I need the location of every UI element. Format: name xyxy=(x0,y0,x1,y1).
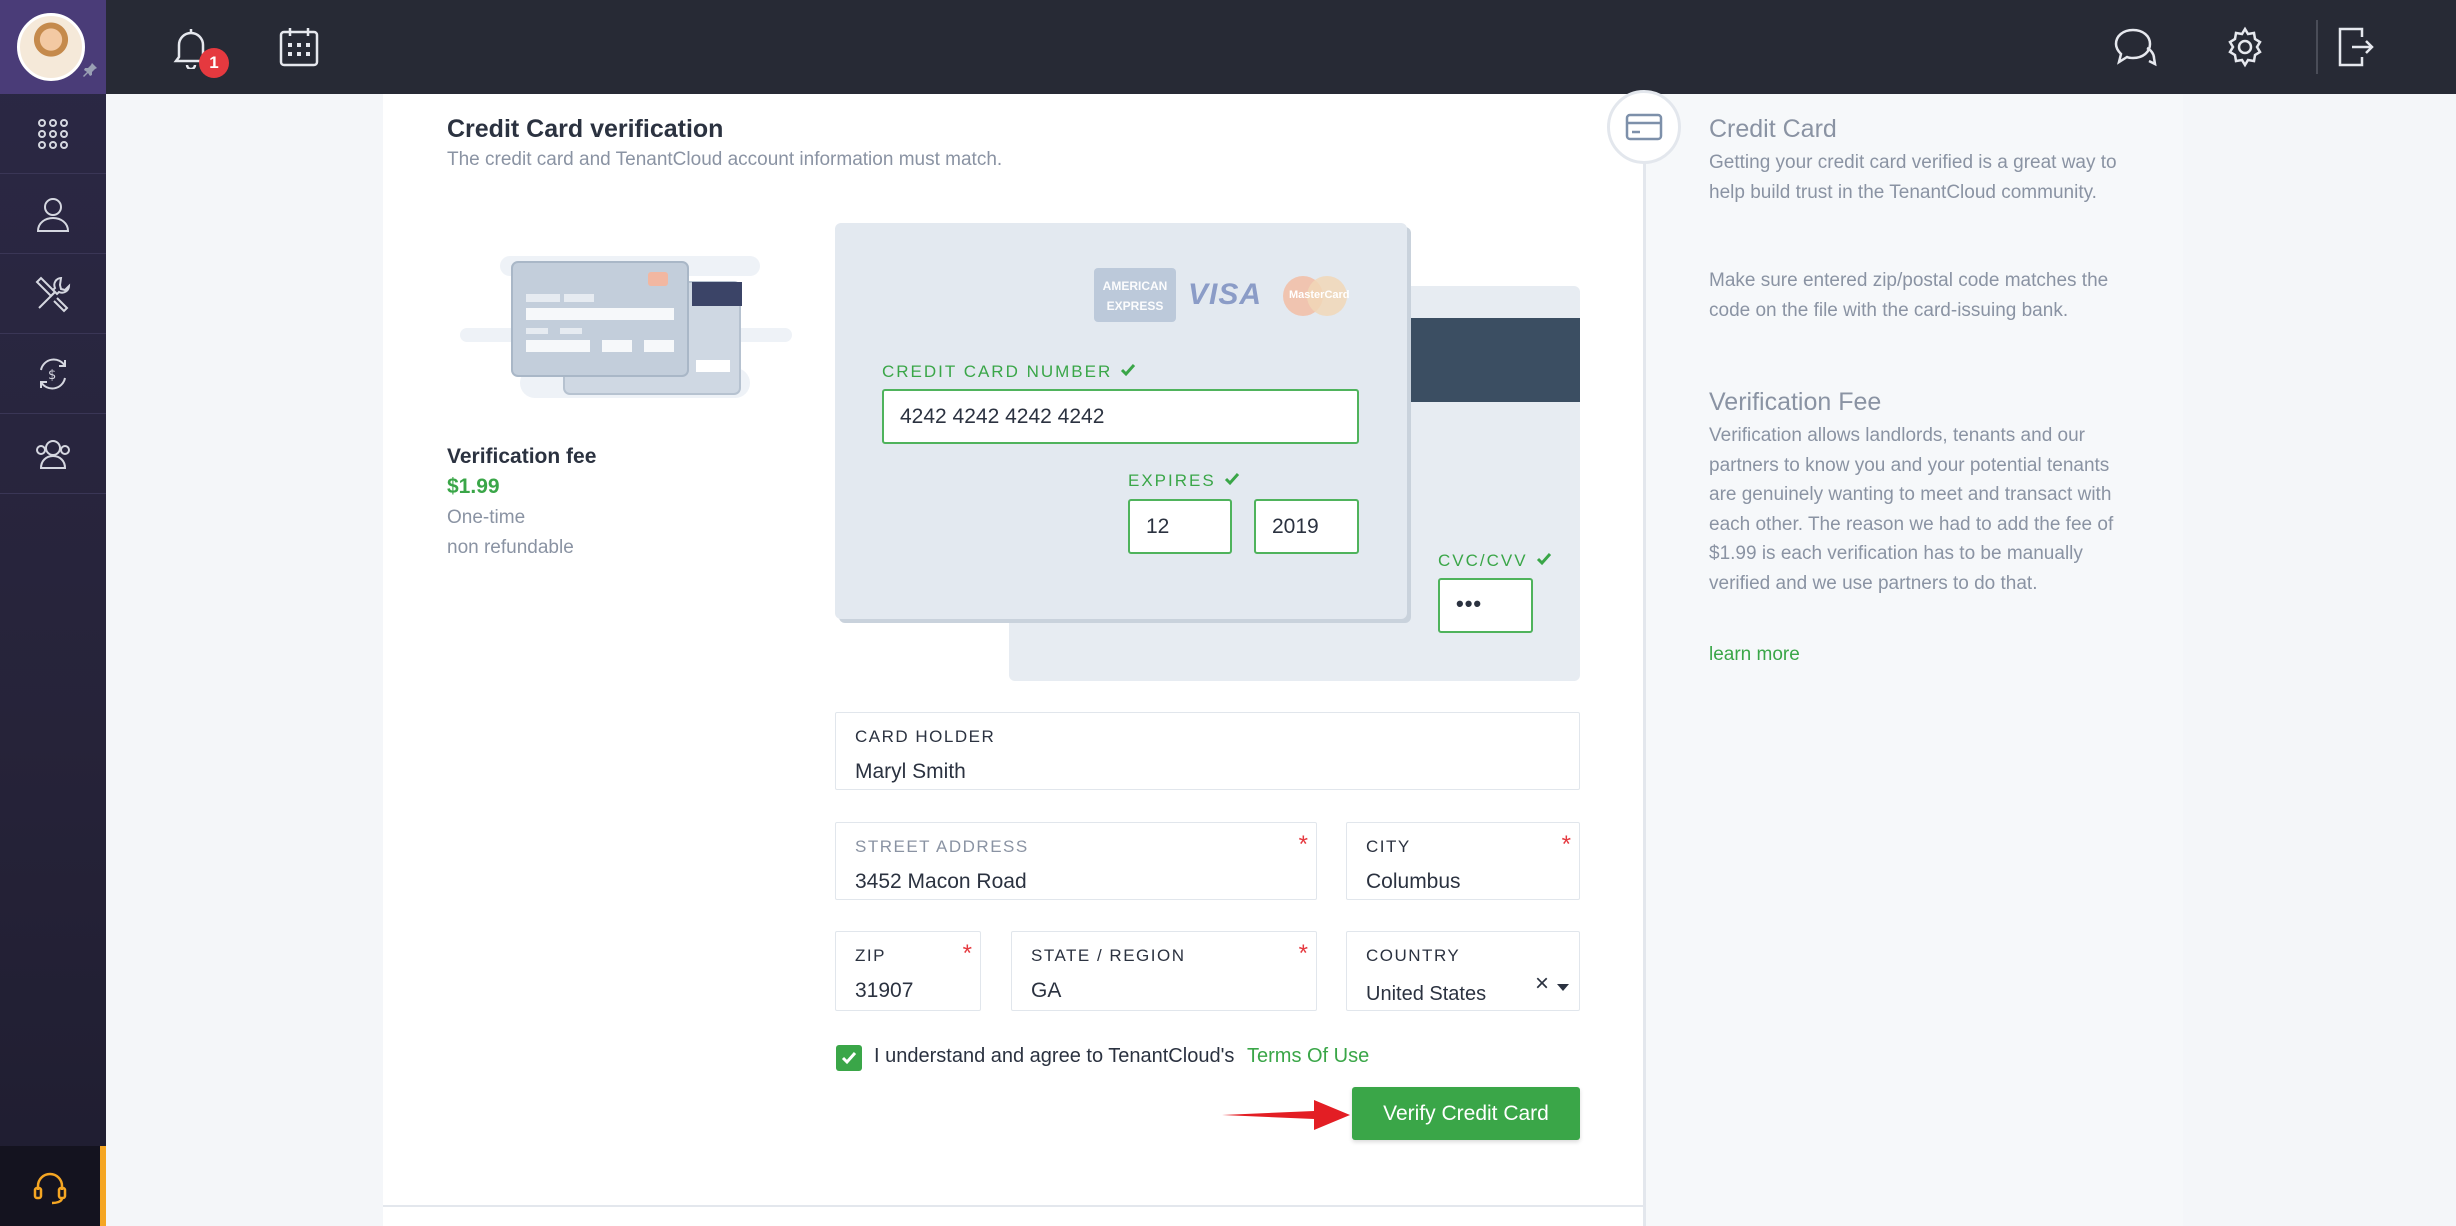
zip-label: ZIP xyxy=(855,946,886,965)
card-number-input[interactable]: 4242 4242 4242 4242 xyxy=(882,389,1359,444)
zip-field[interactable]: ZIP 31907 * xyxy=(835,931,981,1011)
check-icon xyxy=(1224,473,1239,486)
card-number-label: CREDIT CARD NUMBER xyxy=(882,362,1136,382)
street-address-value: 3452 Macon Road xyxy=(855,870,1027,893)
card-holder-value: Maryl Smith xyxy=(855,760,966,783)
chat-icon xyxy=(2114,28,2157,67)
page-subtitle: The credit card and TenantCloud account … xyxy=(447,149,1003,170)
terms-text: I understand and agree to TenantCloud's xyxy=(874,1045,1235,1067)
avatar-area[interactable] xyxy=(0,0,106,94)
sidebar-item-people[interactable] xyxy=(0,414,106,494)
calendar-button[interactable] xyxy=(274,22,324,72)
visa-logo: VISA xyxy=(1188,278,1263,311)
vertical-divider xyxy=(1643,94,1646,1226)
sidebar-item-maintenance[interactable] xyxy=(0,254,106,334)
logout-icon xyxy=(2338,27,2374,67)
expires-label: EXPIRES xyxy=(1128,471,1240,491)
city-value: Columbus xyxy=(1366,870,1461,893)
page-title: Credit Card verification xyxy=(447,115,724,143)
card-holder-field[interactable]: CARD HOLDER Maryl Smith xyxy=(835,712,1580,790)
sidebar-item-accounting[interactable]: $ xyxy=(0,334,106,414)
info-zip-text: Make sure entered zip/postal code matche… xyxy=(1709,270,2109,321)
tools-icon xyxy=(35,276,71,312)
sidebar-support[interactable] xyxy=(0,1146,106,1226)
credit-card-icon xyxy=(1625,113,1663,141)
amex-logo: AMERICAN EXPRESS xyxy=(1094,268,1176,322)
topbar-divider xyxy=(2316,20,2318,74)
red-arrow-annotation xyxy=(1222,1100,1350,1130)
credit-card-illustration xyxy=(460,256,792,398)
state-region-value: GA xyxy=(1031,979,1062,1002)
required-mark: * xyxy=(1298,831,1308,858)
checkmark-icon xyxy=(841,1052,857,1065)
money-exchange-icon: $ xyxy=(40,358,66,389)
info-fee-heading: Verification Fee xyxy=(1709,388,1882,416)
street-address-field[interactable]: STREET ADDRESS 3452 Macon Road * xyxy=(835,822,1317,900)
fee-price: $1.99 xyxy=(447,475,500,498)
headset-icon xyxy=(33,1172,67,1205)
state-region-label: STATE / REGION xyxy=(1031,946,1186,965)
terms-checkbox[interactable] xyxy=(836,1045,862,1071)
info-fee-text: Verification allows landlords, tenants a… xyxy=(1709,425,2114,594)
chat-button[interactable] xyxy=(2110,22,2160,72)
required-mark: * xyxy=(1298,940,1308,967)
notification-badge: 1 xyxy=(199,48,229,78)
check-icon xyxy=(1536,553,1551,566)
top-bar: 1 xyxy=(106,0,2456,94)
avatar[interactable] xyxy=(17,13,85,81)
country-label: COUNTRY xyxy=(1366,946,1461,965)
chevron-down-icon[interactable] xyxy=(1557,984,1569,991)
apps-grid-icon xyxy=(38,118,68,149)
info-credit-card-heading: Credit Card xyxy=(1709,115,1837,143)
people-icon xyxy=(36,439,70,469)
cvc-input[interactable]: ••• xyxy=(1438,578,1533,633)
verify-credit-card-button[interactable]: Verify Credit Card xyxy=(1352,1087,1580,1140)
calendar-icon xyxy=(279,28,319,67)
gear-icon xyxy=(2228,26,2262,68)
fee-note-refund: non refundable xyxy=(447,537,574,558)
logout-button[interactable] xyxy=(2331,22,2381,72)
card-circle-icon xyxy=(1607,90,1681,164)
svg-text:$: $ xyxy=(48,368,56,383)
sidebar-item-profile[interactable] xyxy=(0,174,106,254)
left-sidebar: $ xyxy=(0,0,106,1226)
country-value: United States xyxy=(1366,983,1487,1005)
street-address-label: STREET ADDRESS xyxy=(855,837,1029,856)
fee-title: Verification fee xyxy=(447,445,597,468)
sidebar-item-apps[interactable] xyxy=(0,94,106,174)
info-credit-card-text: Getting your credit card verified is a g… xyxy=(1709,152,2117,203)
country-select[interactable]: COUNTRY United States × xyxy=(1346,931,1580,1011)
user-icon xyxy=(36,197,70,232)
pin-icon[interactable] xyxy=(82,62,98,78)
mastercard-logo: MasterCard xyxy=(1283,276,1350,316)
check-icon xyxy=(1121,364,1136,377)
card-holder-label: CARD HOLDER xyxy=(855,727,996,746)
expiry-year-input[interactable]: 2019 xyxy=(1254,499,1359,554)
learn-more-link[interactable]: learn more xyxy=(1709,644,1800,666)
terms-of-use-link[interactable]: Terms Of Use xyxy=(1247,1045,1369,1068)
expiry-month-input[interactable]: 12 xyxy=(1128,499,1232,554)
main-bottom-divider xyxy=(383,1205,1645,1207)
fee-note-one-time: One-time xyxy=(447,507,526,528)
required-mark: * xyxy=(1561,831,1571,858)
required-mark: * xyxy=(962,940,972,967)
cvc-label: CVC/CVV xyxy=(1438,551,1552,571)
clear-icon[interactable]: × xyxy=(1535,970,1549,998)
city-field[interactable]: CITY Columbus * xyxy=(1346,822,1580,900)
city-label: CITY xyxy=(1366,837,1411,856)
zip-value: 31907 xyxy=(855,979,914,1002)
state-region-field[interactable]: STATE / REGION GA * xyxy=(1011,931,1317,1011)
settings-button[interactable] xyxy=(2220,22,2270,72)
